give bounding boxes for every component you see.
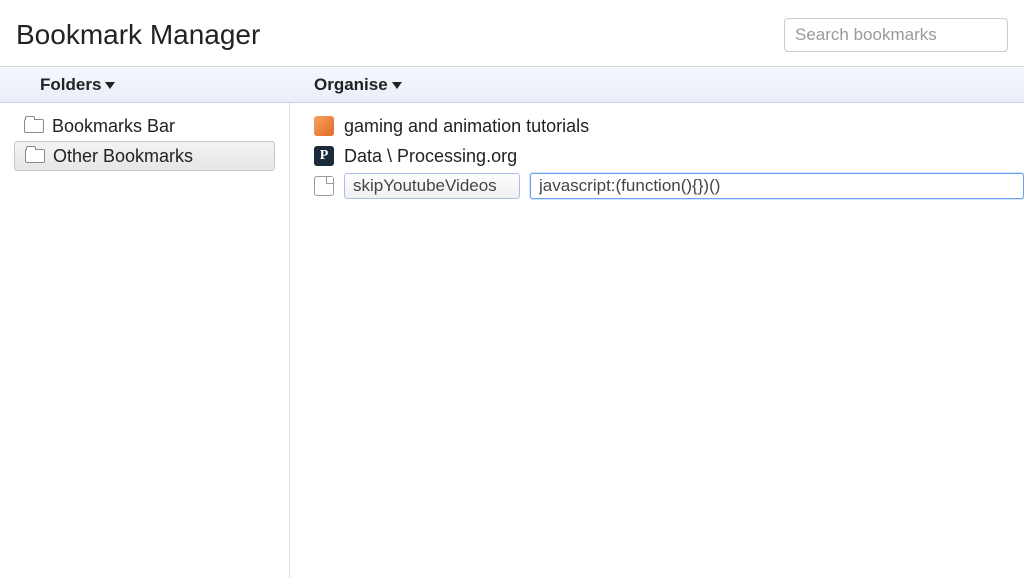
bookmark-title: gaming and animation tutorials — [344, 116, 589, 137]
bookmark-title: Data \ Processing.org — [344, 146, 517, 167]
bookmark-url-input[interactable] — [530, 173, 1024, 199]
chevron-down-icon — [105, 82, 115, 89]
folder-icon — [24, 119, 44, 133]
toolbar: Folders Organise — [0, 67, 1024, 103]
sidebar: Bookmarks Bar Other Bookmarks — [0, 103, 290, 578]
bookmark-favicon: P — [314, 146, 334, 166]
bookmark-favicon — [314, 116, 334, 136]
bookmark-edit-row — [314, 171, 1024, 201]
page-title: Bookmark Manager — [16, 19, 260, 51]
organise-dropdown-label: Organise — [314, 75, 388, 95]
search-input[interactable] — [784, 18, 1008, 52]
bookmark-name-input[interactable] — [344, 173, 520, 199]
sidebar-item-other-bookmarks[interactable]: Other Bookmarks — [14, 141, 275, 171]
chevron-down-icon — [392, 82, 402, 89]
bookmark-row[interactable]: P Data \ Processing.org — [314, 141, 1024, 171]
folders-dropdown-label: Folders — [40, 75, 101, 95]
content: gaming and animation tutorials P Data \ … — [290, 103, 1024, 578]
folder-icon — [25, 149, 45, 163]
sidebar-item-label: Other Bookmarks — [53, 146, 193, 167]
folders-dropdown[interactable]: Folders — [40, 75, 115, 95]
organise-dropdown[interactable]: Organise — [314, 75, 402, 95]
header: Bookmark Manager — [0, 0, 1024, 67]
body: Bookmarks Bar Other Bookmarks gaming and… — [0, 103, 1024, 578]
bookmark-row[interactable]: gaming and animation tutorials — [314, 111, 1024, 141]
file-icon — [314, 176, 334, 196]
sidebar-item-bookmarks-bar[interactable]: Bookmarks Bar — [14, 111, 275, 141]
sidebar-item-label: Bookmarks Bar — [52, 116, 175, 137]
